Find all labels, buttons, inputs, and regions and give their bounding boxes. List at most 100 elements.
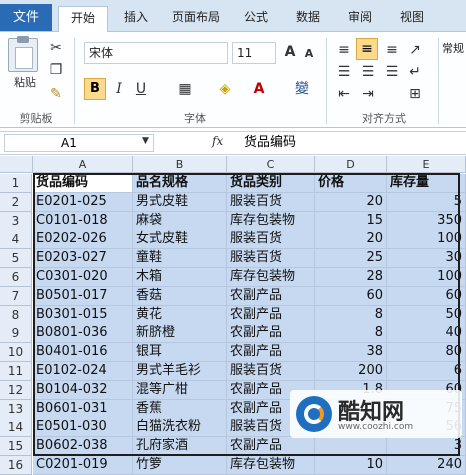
- paste-icon[interactable]: [8, 36, 38, 72]
- cell[interactable]: 30: [387, 249, 466, 268]
- cell[interactable]: 竹箩: [133, 456, 227, 475]
- cell[interactable]: B0602-038: [33, 437, 133, 456]
- cell[interactable]: 40: [387, 324, 466, 343]
- tab-file[interactable]: 文件: [0, 4, 52, 31]
- cell[interactable]: B0501-017: [33, 287, 133, 306]
- cell[interactable]: B0801-036: [33, 324, 133, 343]
- wrap-text-icon[interactable]: ↵: [404, 62, 426, 82]
- cell[interactable]: 香蕉: [133, 400, 227, 419]
- cell[interactable]: C0101-018: [33, 212, 133, 231]
- cell[interactable]: 50: [387, 306, 466, 325]
- name-box[interactable]: A1: [4, 134, 154, 152]
- cell[interactable]: 25: [315, 249, 387, 268]
- cell[interactable]: 库存包装物: [227, 456, 315, 475]
- cell[interactable]: 银耳: [133, 343, 227, 362]
- align-right-icon[interactable]: ☰: [382, 62, 402, 82]
- cell[interactable]: 20: [315, 193, 387, 212]
- cell[interactable]: 女式皮鞋: [133, 230, 227, 249]
- increase-indent-icon[interactable]: ⇥: [358, 84, 378, 104]
- borders-icon[interactable]: ▦: [176, 79, 194, 99]
- cell[interactable]: 200: [315, 362, 387, 381]
- row-header[interactable]: 5: [0, 249, 32, 268]
- cell[interactable]: 货品类别: [227, 174, 315, 193]
- cell[interactable]: 混等广柑: [133, 381, 227, 400]
- column-header-c[interactable]: C: [227, 156, 315, 173]
- cell[interactable]: 服装百货: [227, 193, 315, 212]
- tab-page-layout[interactable]: 页面布局: [167, 6, 225, 32]
- format-painter-icon[interactable]: ✎: [48, 84, 64, 104]
- bold-button[interactable]: B: [84, 78, 106, 100]
- cell[interactable]: 农副产品: [227, 306, 315, 325]
- cell[interactable]: 服装百货: [227, 362, 315, 381]
- cut-icon[interactable]: ✂: [48, 38, 64, 58]
- tab-home[interactable]: 开始: [58, 6, 108, 32]
- cell[interactable]: 38: [315, 343, 387, 362]
- cell[interactable]: E0202-026: [33, 230, 133, 249]
- row-header[interactable]: 12: [0, 381, 32, 400]
- cell[interactable]: 240: [387, 456, 466, 475]
- cell[interactable]: 童鞋: [133, 249, 227, 268]
- row-header[interactable]: 7: [0, 287, 32, 306]
- row-header[interactable]: 16: [0, 456, 32, 475]
- row-header[interactable]: 10: [0, 343, 32, 362]
- number-format-select[interactable]: 常规: [442, 40, 466, 56]
- cell[interactable]: 木箱: [133, 268, 227, 287]
- align-bottom-icon[interactable]: ≡: [382, 40, 402, 60]
- align-center-icon[interactable]: ☰: [358, 62, 378, 82]
- row-header[interactable]: 8: [0, 306, 32, 325]
- cell[interactable]: 服装百货: [227, 249, 315, 268]
- fill-color-icon[interactable]: ◈: [216, 79, 234, 99]
- cell[interactable]: 男式皮鞋: [133, 193, 227, 212]
- row-header[interactable]: 11: [0, 362, 32, 381]
- cell[interactable]: 60: [387, 287, 466, 306]
- tab-view[interactable]: 视图: [394, 6, 430, 32]
- cell[interactable]: E0201-025: [33, 193, 133, 212]
- italic-button[interactable]: I: [110, 79, 128, 99]
- cell[interactable]: 农副产品: [227, 343, 315, 362]
- align-middle-icon[interactable]: ≡: [356, 38, 378, 60]
- tab-data[interactable]: 数据: [290, 6, 326, 32]
- font-name-select[interactable]: 宋体: [84, 42, 228, 64]
- chevron-down-icon[interactable]: ▼: [142, 136, 152, 146]
- cell[interactable]: 农副产品: [227, 324, 315, 343]
- cell[interactable]: 库存包装物: [227, 212, 315, 231]
- cell[interactable]: 白猫洗衣粉: [133, 418, 227, 437]
- tab-formulas[interactable]: 公式: [238, 6, 274, 32]
- cell[interactable]: E0501-030: [33, 418, 133, 437]
- cell[interactable]: 货品编码: [33, 174, 133, 193]
- cell[interactable]: 100: [387, 230, 466, 249]
- cell[interactable]: 20: [315, 230, 387, 249]
- cell[interactable]: 28: [315, 268, 387, 287]
- row-header[interactable]: 14: [0, 418, 32, 437]
- select-all-corner[interactable]: [0, 156, 33, 173]
- orientation-icon[interactable]: ↗: [404, 40, 426, 60]
- cell[interactable]: 孔府家酒: [133, 437, 227, 456]
- align-left-icon[interactable]: ☰: [334, 62, 354, 82]
- cell[interactable]: 黄花: [133, 306, 227, 325]
- cell[interactable]: 香菇: [133, 287, 227, 306]
- cell[interactable]: 3: [387, 437, 466, 456]
- cell[interactable]: 价格: [315, 174, 387, 193]
- cell[interactable]: C0201-019: [33, 456, 133, 475]
- cell[interactable]: 350: [387, 212, 466, 231]
- cell[interactable]: 5: [387, 193, 466, 212]
- align-top-icon[interactable]: ≡: [334, 40, 354, 60]
- cell[interactable]: B0301-015: [33, 306, 133, 325]
- row-header[interactable]: 15: [0, 437, 32, 456]
- column-header-a[interactable]: A: [33, 156, 133, 173]
- row-header[interactable]: 1: [0, 174, 32, 193]
- cell[interactable]: 库存包装物: [227, 268, 315, 287]
- cell[interactable]: 8: [315, 324, 387, 343]
- font-size-select[interactable]: 11: [232, 42, 276, 64]
- copy-icon[interactable]: ❐: [48, 60, 64, 80]
- cell[interactable]: 100: [387, 268, 466, 287]
- phonetic-icon[interactable]: 變: [292, 79, 312, 99]
- cell[interactable]: 8: [315, 306, 387, 325]
- cell[interactable]: 15: [315, 212, 387, 231]
- row-header[interactable]: 2: [0, 193, 32, 212]
- merge-center-icon[interactable]: ⊞: [404, 84, 426, 104]
- cell[interactable]: B0601-031: [33, 400, 133, 419]
- grow-font-icon[interactable]: A: [282, 42, 298, 62]
- decrease-indent-icon[interactable]: ⇤: [334, 84, 354, 104]
- row-header[interactable]: 6: [0, 268, 32, 287]
